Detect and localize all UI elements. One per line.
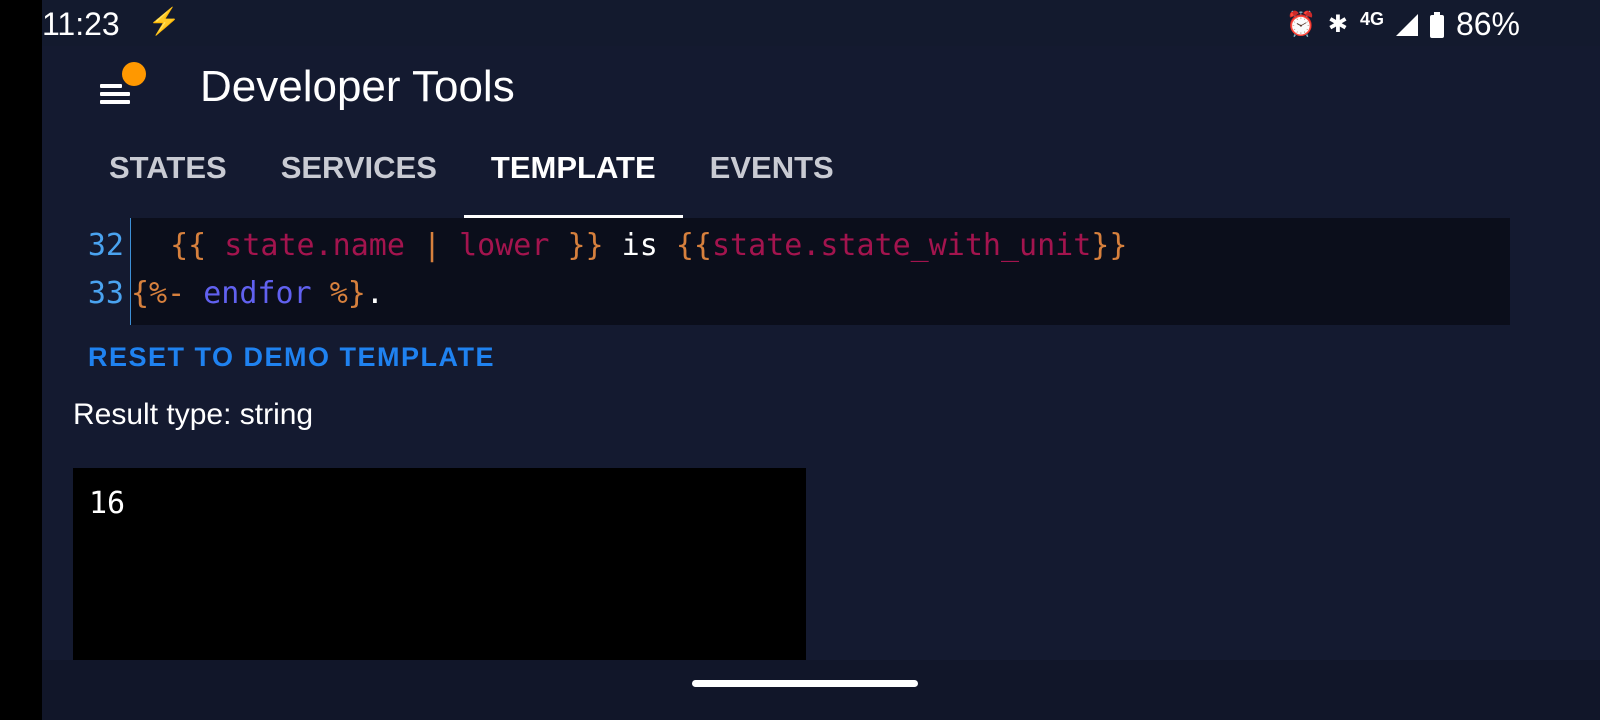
token: {{ xyxy=(170,228,207,263)
system-nav-bar xyxy=(42,660,1600,720)
bluetooth-icon: ✱ xyxy=(1327,11,1348,38)
reset-to-demo-template-button[interactable]: RESET TO DEMO TEMPLATE xyxy=(88,342,495,373)
network-type: 4G xyxy=(1359,9,1384,29)
line-number: 32 xyxy=(87,228,124,263)
token: lower xyxy=(441,228,568,263)
tab-states[interactable]: STATES xyxy=(82,140,254,218)
token: }} xyxy=(1091,228,1128,263)
tab-events[interactable]: EVENTS xyxy=(683,140,861,218)
app-toolbar: Developer Tools xyxy=(42,46,1600,130)
charging-bolt-icon: ⚡ xyxy=(148,6,181,36)
line-number: 33 xyxy=(87,276,124,311)
status-icons: ⏰ ✱ 4G 86% xyxy=(1286,6,1520,43)
battery-percent: 86% xyxy=(1455,6,1520,42)
token: . xyxy=(365,276,384,311)
token: | xyxy=(423,228,442,263)
token: %} xyxy=(329,276,366,311)
page-title: Developer Tools xyxy=(200,62,515,111)
alarm-icon: ⏰ xyxy=(1285,11,1316,38)
token: is xyxy=(603,228,676,263)
result-type: Result type: string xyxy=(73,398,314,431)
notification-dot xyxy=(122,62,146,86)
tab-bar: STATES SERVICES TEMPLATE EVENTS xyxy=(82,140,861,218)
code-line[interactable]: {{ state.name | lower }} is {{state.stat… xyxy=(134,228,1127,263)
signal-icon xyxy=(1395,13,1418,36)
result-output: 16 xyxy=(73,468,806,660)
code-line[interactable]: {%- endfor %}. xyxy=(131,276,384,311)
token: endfor xyxy=(185,276,330,311)
status-time: 11:23 xyxy=(42,6,120,42)
token: {{ xyxy=(675,228,712,263)
tab-services[interactable]: SERVICES xyxy=(254,140,464,218)
token: }} xyxy=(567,228,604,263)
token: state.name xyxy=(206,228,423,263)
token: state.state_with_unit xyxy=(712,228,1092,263)
left-edge xyxy=(0,0,42,720)
home-gesture-handle[interactable] xyxy=(692,680,918,687)
tab-template[interactable]: TEMPLATE xyxy=(463,140,683,218)
battery-icon xyxy=(1429,11,1444,38)
token: {%- xyxy=(131,276,186,311)
